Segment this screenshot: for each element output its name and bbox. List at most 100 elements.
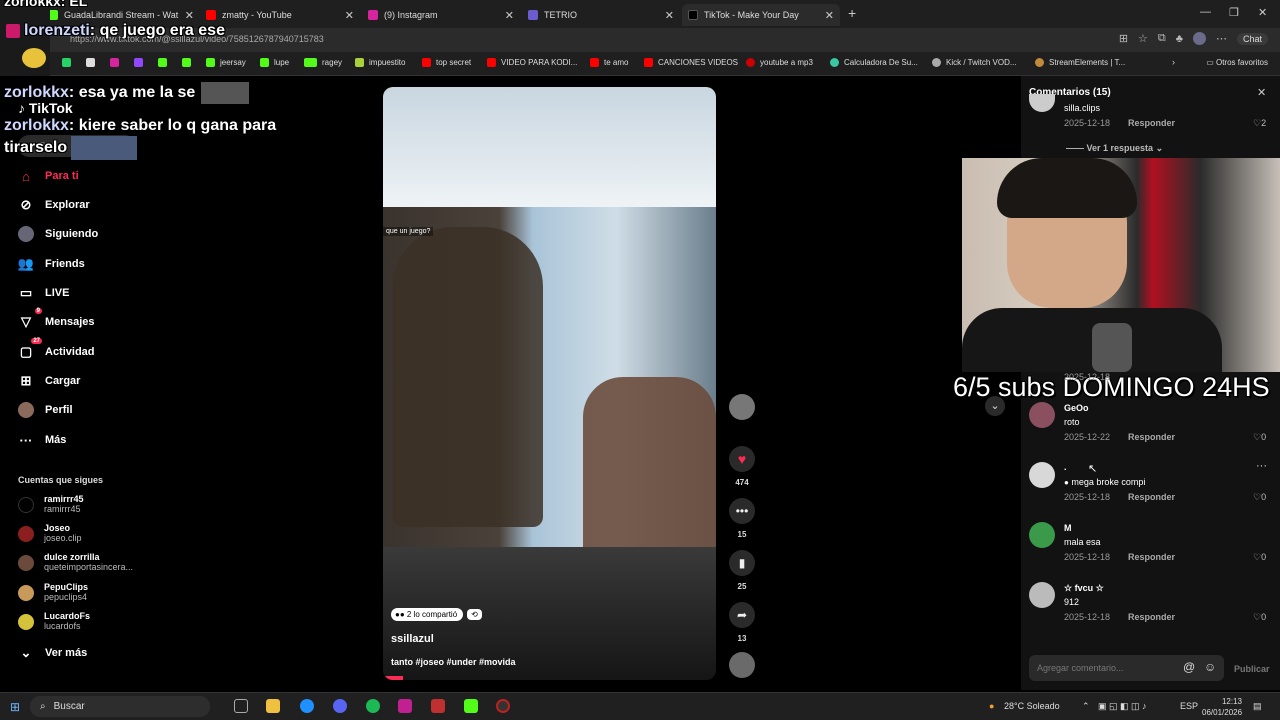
close-tab-icon[interactable]: ✕: [185, 9, 194, 22]
bookmark-kick-twitch-vod[interactable]: Kick / Twitch VOD...: [932, 58, 1017, 67]
tray-chevron-icon[interactable]: ⌃: [1082, 701, 1090, 712]
following-account[interactable]: LucardoFs lucardofs: [18, 611, 90, 631]
share-icon[interactable]: ➦: [729, 602, 755, 628]
reply-button[interactable]: Responder: [1128, 612, 1175, 622]
close-icon[interactable]: ✕: [1257, 86, 1266, 99]
following-account[interactable]: PepuClips pepuclips4: [18, 582, 88, 602]
nav-perfil[interactable]: Perfil: [18, 402, 73, 418]
avatar[interactable]: [1029, 582, 1055, 608]
bookmark-canciones-videos[interactable]: CANCIONES VIDEOS: [644, 58, 738, 67]
reply-button[interactable]: Responder: [1128, 118, 1175, 128]
close-tab-icon[interactable]: ✕: [345, 9, 354, 22]
author-avatar[interactable]: [729, 394, 755, 420]
nav-friends[interactable]: 👥 Friends: [18, 256, 85, 272]
windows-start-icon[interactable]: ⊞: [10, 700, 20, 714]
following-account[interactable]: dulce zorrilla queteimportasincera...: [18, 552, 133, 572]
bookmark-top-secret[interactable]: top secret: [422, 58, 471, 67]
bookmark-jeersay[interactable]: jeersay: [206, 58, 246, 67]
obs-icon[interactable]: [496, 699, 510, 713]
new-tab-icon[interactable]: +: [848, 5, 856, 21]
edge-icon[interactable]: [300, 699, 314, 713]
nav-live[interactable]: ▭ LIVE: [18, 285, 70, 301]
nav-siguiendo[interactable]: Siguiendo: [18, 226, 98, 242]
app-icon[interactable]: [398, 699, 412, 713]
bookmark-streamelements[interactable]: StreamElements | T...: [1035, 58, 1125, 67]
notification-icon[interactable]: ▤: [1253, 701, 1262, 712]
video-caption[interactable]: tanto #joseo #under #movida: [391, 657, 516, 667]
avatar[interactable]: [1029, 402, 1055, 428]
task-view-icon[interactable]: [234, 699, 248, 713]
avatar[interactable]: [1029, 522, 1055, 548]
video-player[interactable]: que un juego? ●● 2 lo compartió ⟲ ssilla…: [383, 87, 716, 680]
bookmark-youtube-a-mp3[interactable]: youtube a mp3: [746, 58, 813, 67]
extension-icon[interactable]: ♣: [1176, 33, 1183, 45]
profile-avatar-icon[interactable]: [1192, 32, 1206, 45]
comment-author[interactable]: .: [1064, 462, 1067, 472]
clock[interactable]: 12:13 06/01/2026: [1202, 696, 1242, 718]
nav-actividad[interactable]: ▢ 27 Actividad: [18, 338, 95, 360]
publish-button[interactable]: Publicar: [1234, 664, 1270, 674]
bookmark-twitch-icon[interactable]: [134, 58, 148, 67]
bookmark-impuestito[interactable]: impuestito: [355, 58, 405, 67]
more-options-icon[interactable]: ···: [1256, 460, 1267, 472]
bookmark-instagram-icon[interactable]: [110, 58, 124, 67]
minimize-icon[interactable]: —: [1200, 6, 1211, 18]
comment-like[interactable]: ♡2: [1253, 118, 1266, 129]
bookmark-calculadora[interactable]: Calculadora De Su...: [830, 58, 918, 67]
install-app-icon[interactable]: ⊞: [1119, 32, 1128, 45]
favorite-star-icon[interactable]: ☆: [1138, 32, 1148, 45]
view-replies[interactable]: —— Ver 1 respuesta ⌄: [1066, 143, 1163, 154]
comment-like[interactable]: ♡0: [1253, 552, 1266, 563]
maximize-icon[interactable]: ❐: [1229, 6, 1239, 19]
bookmark-kick-icon[interactable]: [158, 58, 172, 67]
nav-explorar[interactable]: ⊘ Explorar: [18, 197, 90, 213]
tray-icons[interactable]: ▣ ◱ ◧ ◫ ♪: [1098, 701, 1147, 712]
extensions-icon[interactable]: ⧉: [1158, 32, 1166, 45]
video-progress-bar[interactable]: [383, 676, 403, 680]
copilot-chat-button[interactable]: Chat: [1236, 32, 1268, 45]
tab-tetrio[interactable]: TETRIO ✕: [522, 4, 680, 26]
bookmark-whatsapp-icon[interactable]: [62, 58, 76, 67]
following-account[interactable]: ramirrr45 ramirrr45: [18, 494, 84, 514]
app-icon[interactable]: [431, 699, 445, 713]
other-bookmarks[interactable]: ▭ Otros favoritos: [1206, 58, 1268, 67]
like-heart-icon[interactable]: ♥: [729, 446, 755, 472]
nav-para-ti[interactable]: ⌂ Para ti: [18, 168, 79, 184]
weather-text[interactable]: 28°C Soleado: [1004, 701, 1060, 711]
menu-dots-icon[interactable]: ⋯: [1216, 32, 1227, 45]
bookmark-x-icon[interactable]: [86, 58, 100, 67]
discord-icon[interactable]: [333, 699, 347, 713]
see-more-button[interactable]: ⌄ Ver más: [18, 645, 88, 661]
comment-icon[interactable]: •••: [729, 498, 755, 524]
comment-author[interactable]: M: [1064, 523, 1072, 533]
close-tab-icon[interactable]: ✕: [505, 9, 514, 22]
taskbar-search[interactable]: ⌕ Buscar: [30, 696, 210, 717]
reply-button[interactable]: Responder: [1128, 552, 1175, 562]
comment-author[interactable]: ☆ fvcu ☆: [1064, 583, 1104, 594]
mention-icon[interactable]: @: [1183, 660, 1195, 674]
bookmark-te-amo[interactable]: te amo: [590, 58, 628, 67]
shared-by[interactable]: ●● 2 lo compartió ⟲: [391, 608, 482, 621]
chevron-right-icon[interactable]: ›: [1172, 57, 1175, 67]
comment-like[interactable]: ♡0: [1253, 492, 1266, 503]
reply-button[interactable]: Responder: [1128, 492, 1175, 502]
close-window-icon[interactable]: ✕: [1258, 6, 1267, 19]
reply-button[interactable]: Responder: [1128, 432, 1175, 442]
avatar[interactable]: [1029, 462, 1055, 488]
close-tab-icon[interactable]: ✕: [665, 9, 674, 22]
nav-mensajes[interactable]: ▽ 9 Mensajes: [18, 308, 95, 330]
close-tab-icon[interactable]: ✕: [825, 9, 834, 22]
repost-icon[interactable]: ⟲: [467, 609, 482, 620]
tab-instagram[interactable]: (9) Instagram ✕: [362, 4, 520, 26]
video-author[interactable]: ssillazul: [391, 633, 434, 645]
spotify-icon[interactable]: [366, 699, 380, 713]
bookmark-ragey[interactable]: ragey: [308, 58, 342, 67]
music-disc-icon[interactable]: [729, 652, 755, 678]
bookmark-kick-icon[interactable]: [182, 58, 196, 67]
nav-cargar[interactable]: ⊞ Cargar: [18, 373, 81, 389]
bookmark-lupe[interactable]: lupe: [260, 58, 289, 67]
file-explorer-icon[interactable]: [266, 699, 280, 713]
comment-like[interactable]: ♡0: [1253, 432, 1266, 443]
comment-like[interactable]: ♡0: [1253, 612, 1266, 623]
tab-tiktok[interactable]: TikTok - Make Your Day ✕: [682, 4, 840, 26]
